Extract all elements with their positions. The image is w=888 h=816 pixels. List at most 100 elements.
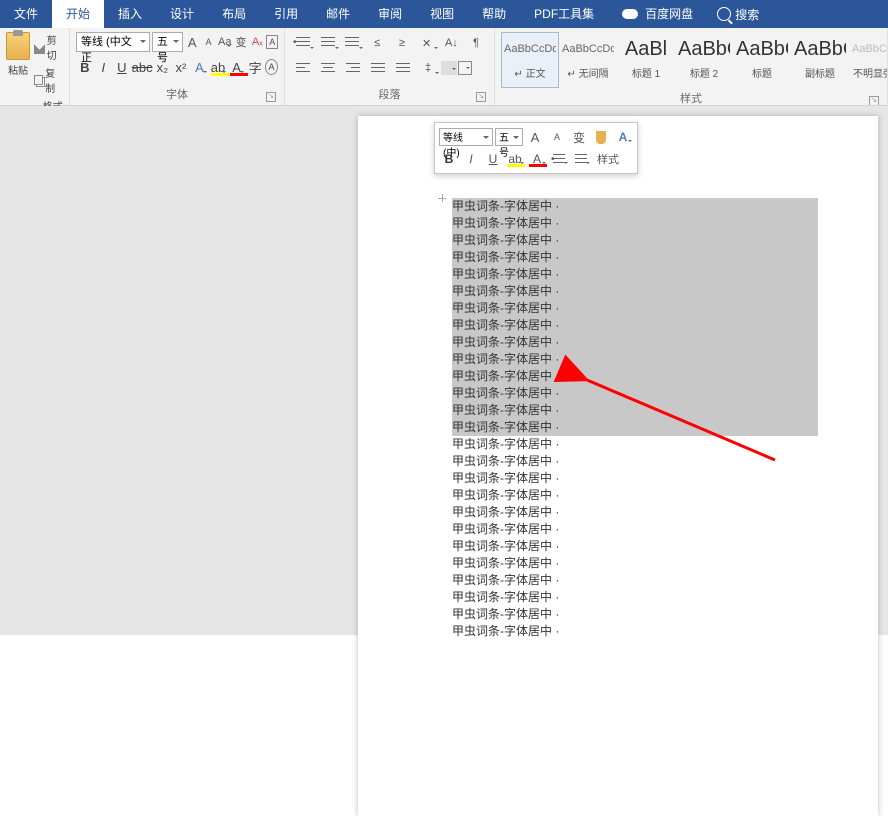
sort-button[interactable]: A↓ — [440, 32, 464, 54]
text-line[interactable]: 甲虫词条-字体居中 · — [452, 215, 818, 232]
mini-size-select[interactable]: 五号 — [495, 128, 523, 146]
mini-grow-font[interactable]: A — [525, 127, 545, 147]
underline-button[interactable]: U — [113, 56, 131, 78]
text-line[interactable]: 甲虫词条-字体居中 · — [452, 266, 818, 283]
shrink-font-button[interactable]: A — [201, 32, 215, 52]
show-marks-button[interactable]: ¶ — [464, 32, 488, 54]
text-line[interactable]: 甲虫词条-字体居中 · — [452, 521, 818, 538]
mini-highlight[interactable]: ab — [505, 149, 525, 169]
tab-design[interactable]: 设计 — [156, 0, 208, 28]
decrease-indent-button[interactable]: ≤ — [365, 32, 389, 54]
change-case-button[interactable]: Aa — [218, 32, 232, 52]
text-line[interactable]: 甲虫词条-字体居中 · — [452, 623, 818, 640]
text-line[interactable]: 甲虫词条-字体居中 · — [452, 368, 818, 385]
tab-review[interactable]: 审阅 — [364, 0, 416, 28]
text-line[interactable]: 甲虫词条-字体居中 · — [452, 351, 818, 368]
align-justify-button[interactable] — [366, 57, 390, 79]
tab-pdf[interactable]: PDF工具集 — [520, 0, 608, 28]
mini-italic[interactable]: I — [461, 149, 481, 169]
mini-font-color[interactable]: A — [527, 149, 547, 169]
text-line[interactable]: 甲虫词条-字体居中 · — [452, 504, 818, 521]
text-line[interactable]: 甲虫词条-字体居中 · — [452, 419, 818, 436]
text-line[interactable]: 甲虫词条-字体居中 · — [452, 555, 818, 572]
text-line[interactable]: 甲虫词条-字体居中 · — [452, 283, 818, 300]
line-spacing-button[interactable]: ‡ — [416, 57, 440, 79]
style-item[interactable]: AaBbC标题 2 — [675, 32, 733, 88]
style-item[interactable]: AaBbCcDd不明显强调 — [849, 32, 888, 88]
numbering-button[interactable] — [316, 32, 340, 54]
text-line[interactable]: 甲虫词条-字体居中 · — [452, 249, 818, 266]
style-item[interactable]: AaBl标题 1 — [617, 32, 675, 88]
tab-insert[interactable]: 插入 — [104, 0, 156, 28]
asian-layout-button[interactable]: ✕ — [415, 32, 439, 54]
font-size-select[interactable]: 五号 — [152, 32, 183, 52]
strikethrough-button[interactable]: abc — [132, 56, 153, 78]
tab-mailings[interactable]: 邮件 — [312, 0, 364, 28]
font-name-select[interactable]: 等线 (中文正 — [76, 32, 150, 52]
mini-font-select[interactable]: 等线 (中) — [439, 128, 493, 146]
text-line[interactable]: 甲虫词条-字体居中 · — [452, 606, 818, 623]
mini-underline[interactable]: U — [483, 149, 503, 169]
char-border-button[interactable]: A — [266, 35, 278, 49]
style-gallery[interactable]: AaBbCcDd↵ 正文AaBbCcDd↵ 无间隔AaBl标题 1AaBbC标题… — [501, 32, 888, 88]
bullets-button[interactable] — [291, 32, 315, 54]
mini-format-painter[interactable] — [591, 127, 611, 147]
tab-references[interactable]: 引用 — [260, 0, 312, 28]
style-item[interactable]: AaBbCcDd↵ 正文 — [501, 32, 559, 88]
tab-view[interactable]: 视图 — [416, 0, 468, 28]
text-line[interactable]: 甲虫词条-字体居中 · — [452, 317, 818, 334]
align-right-button[interactable] — [341, 57, 365, 79]
text-effects-button[interactable]: A — [191, 56, 209, 78]
enclose-char-button[interactable]: A — [265, 59, 278, 75]
text-line[interactable]: 甲虫词条-字体居中 · — [452, 453, 818, 470]
style-item[interactable]: AaBbC副标题 — [791, 32, 849, 88]
tab-home[interactable]: 开始 — [52, 0, 104, 28]
tab-help[interactable]: 帮助 — [468, 0, 520, 28]
mini-bold[interactable]: B — [439, 149, 459, 169]
style-item[interactable]: AaBbCcDd↵ 无间隔 — [559, 32, 617, 88]
text-line[interactable]: 甲虫词条-字体居中 · — [452, 436, 818, 453]
mini-text-effects[interactable]: A — [613, 127, 633, 147]
style-item[interactable]: AaBbC标题 — [733, 32, 791, 88]
text-line[interactable]: 甲虫词条-字体居中 · — [452, 300, 818, 317]
text-line[interactable]: 甲虫词条-字体居中 · — [452, 470, 818, 487]
superscript-button[interactable]: x² — [172, 56, 190, 78]
text-line[interactable]: 甲虫词条-字体居中 · — [452, 538, 818, 555]
document-page[interactable]: 甲虫词条-字体居中 ·甲虫词条-字体居中 ·甲虫词条-字体居中 ·甲虫词条-字体… — [358, 116, 878, 816]
copy-button[interactable]: 复制 — [34, 65, 63, 95]
borders-button[interactable] — [458, 61, 472, 75]
tell-me-search[interactable]: 搜索 — [707, 6, 769, 23]
distributed-button[interactable] — [391, 57, 415, 79]
text-line[interactable]: 甲虫词条-字体居中 · — [452, 589, 818, 606]
text-line[interactable]: 甲虫词条-字体居中 · — [452, 198, 818, 215]
font-color-button[interactable]: A — [228, 56, 246, 78]
text-line[interactable]: 甲虫词条-字体居中 · — [452, 487, 818, 504]
align-left-button[interactable] — [291, 57, 315, 79]
tab-baidu[interactable]: 百度网盘 — [608, 0, 707, 28]
tab-file[interactable]: 文件 — [0, 0, 52, 28]
char-shading-button[interactable]: 字 — [246, 56, 264, 78]
clear-formatting-button[interactable]: Aₓ — [250, 32, 264, 52]
font-launcher[interactable]: ↘ — [266, 92, 276, 102]
mini-numbering[interactable] — [571, 149, 591, 169]
cut-button[interactable]: 剪切 — [34, 32, 63, 62]
increase-indent-button[interactable]: ≥ — [390, 32, 414, 54]
text-line[interactable]: 甲虫词条-字体居中 · — [452, 232, 818, 249]
mini-phonetic[interactable]: 变 — [569, 127, 589, 147]
shading-button[interactable] — [441, 61, 457, 75]
paragraph-launcher[interactable]: ↘ — [476, 92, 486, 102]
text-line[interactable]: 甲虫词条-字体居中 · — [452, 572, 818, 589]
text-line[interactable]: 甲虫词条-字体居中 · — [452, 385, 818, 402]
tab-layout[interactable]: 布局 — [208, 0, 260, 28]
italic-button[interactable]: I — [95, 56, 113, 78]
highlight-button[interactable]: ab — [209, 56, 227, 78]
mini-bullets[interactable] — [549, 149, 569, 169]
text-line[interactable]: 甲虫词条-字体居中 · — [452, 334, 818, 351]
mini-shrink-font[interactable]: A — [547, 127, 567, 147]
text-line[interactable]: 甲虫词条-字体居中 · — [452, 402, 818, 419]
mini-styles[interactable]: 样式 — [593, 149, 623, 169]
align-center-button[interactable] — [316, 57, 340, 79]
styles-launcher[interactable]: ↘ — [869, 96, 879, 105]
multilevel-list-button[interactable] — [341, 32, 365, 54]
page-content[interactable]: 甲虫词条-字体居中 ·甲虫词条-字体居中 ·甲虫词条-字体居中 ·甲虫词条-字体… — [358, 116, 878, 640]
